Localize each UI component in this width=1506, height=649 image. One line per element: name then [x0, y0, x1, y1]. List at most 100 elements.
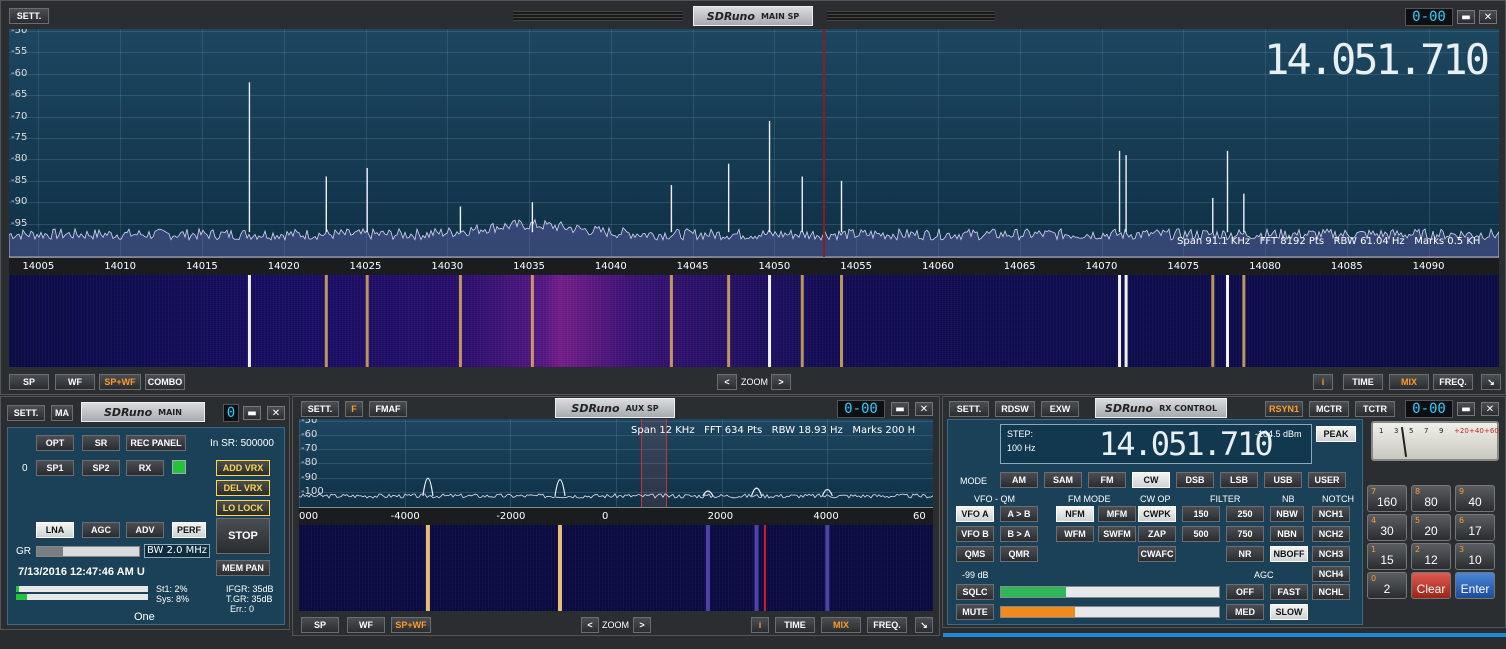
agc-button[interactable]: AGC	[82, 522, 120, 538]
info-button[interactable]: i	[1313, 374, 1333, 390]
qmr-button[interactable]: QMR	[1000, 546, 1038, 562]
rsyn-button[interactable]: RSYN1	[1265, 401, 1303, 417]
nch4-button[interactable]: NCH4	[1312, 566, 1350, 582]
band-key[interactable]: 2 12	[1411, 543, 1451, 570]
aux-spwf-mode-button[interactable]: SP+WF	[391, 617, 431, 633]
mctr-button[interactable]: MCTR	[1309, 401, 1349, 417]
gr-slider[interactable]	[36, 546, 140, 557]
band-key[interactable]: 7 160	[1367, 485, 1407, 512]
aux-sp-mode-button[interactable]: SP	[301, 617, 339, 633]
band-key[interactable]: 1 15	[1367, 543, 1407, 570]
mode-user-button[interactable]: USER	[1308, 472, 1346, 488]
nbw-button[interactable]: NBW	[1270, 506, 1304, 522]
aux-freq-button[interactable]: FREQ.	[867, 617, 907, 633]
agc-med-button[interactable]: MED	[1226, 604, 1264, 620]
main-sp-sett-button[interactable]: SETT.	[9, 8, 49, 24]
cwafc-button[interactable]: CWAFC	[1138, 546, 1176, 562]
adv-button[interactable]: ADV	[126, 522, 164, 538]
b-to-a-button[interactable]: B > A	[1000, 526, 1038, 542]
agc-slow-button[interactable]: SLOW	[1270, 604, 1308, 620]
qms-button[interactable]: QMS	[956, 546, 994, 562]
filter-500-button[interactable]: 500	[1182, 526, 1220, 542]
perf-button[interactable]: PERF	[172, 522, 206, 538]
squelch-slider[interactable]	[1000, 586, 1220, 598]
aux-resize-corner-icon[interactable]: ↘	[915, 617, 933, 633]
close-icon[interactable]: ✕	[1479, 10, 1497, 24]
vfo-a-button[interactable]: VFO A	[956, 506, 994, 522]
lna-button[interactable]: LNA	[36, 522, 74, 538]
aux-mix-button[interactable]: MIX	[821, 617, 861, 633]
zoom-right-icon[interactable]: >	[771, 374, 791, 390]
aux-info-button[interactable]: i	[751, 617, 769, 633]
fmaf-button[interactable]: FMAF	[369, 401, 407, 417]
minimize-icon[interactable]: ▬	[1457, 10, 1475, 24]
swfm-button[interactable]: SWFM	[1098, 526, 1136, 542]
main-sett-button[interactable]: SETT.	[7, 405, 45, 421]
aux-zoom-left-icon[interactable]: <	[581, 617, 599, 633]
wf-mode-button[interactable]: WF	[55, 374, 95, 390]
sr-button[interactable]: SR	[82, 435, 120, 451]
nboff-button[interactable]: NBOFF	[1270, 546, 1308, 562]
nbn-button[interactable]: NBN	[1270, 526, 1304, 542]
band-key[interactable]: 6 17	[1455, 514, 1495, 541]
nch3-button[interactable]: NCH3	[1312, 546, 1350, 562]
sp1-button[interactable]: SP1	[36, 460, 74, 476]
rx-sett-button[interactable]: SETT.	[949, 401, 989, 417]
filter-250-button[interactable]: 250	[1226, 506, 1264, 522]
sp2-button[interactable]: SP2	[82, 460, 120, 476]
mode-am-button[interactable]: AM	[1000, 472, 1038, 488]
nr-button[interactable]: NR	[1226, 546, 1264, 562]
nch1-button[interactable]: NCH1	[1312, 506, 1350, 522]
volume-slider[interactable]	[1000, 606, 1220, 618]
aux-time-button[interactable]: TIME	[775, 617, 815, 633]
aux-zoom-right-icon[interactable]: >	[633, 617, 651, 633]
band-key[interactable]: 5 20	[1411, 514, 1451, 541]
band-key[interactable]: 8 80	[1411, 485, 1451, 512]
sp-mode-button[interactable]: SP	[9, 374, 49, 390]
mode-fm-button[interactable]: FM	[1088, 472, 1126, 488]
rx-frequency-display[interactable]: 14.051.710	[1099, 425, 1274, 463]
vfo-b-button[interactable]: VFO B	[956, 526, 994, 542]
minimize-icon[interactable]: ▬	[891, 402, 909, 416]
mode-dsb-button[interactable]: DSB	[1176, 472, 1214, 488]
mode-cw-button[interactable]: CW	[1132, 472, 1170, 488]
zap-button[interactable]: ZAP	[1138, 526, 1176, 542]
nchl-button[interactable]: NCHL	[1312, 584, 1350, 600]
band-key[interactable]: Clear	[1411, 572, 1451, 599]
lo-lock-button[interactable]: LO LOCK	[216, 500, 270, 516]
peak-button[interactable]: PEAK	[1316, 426, 1356, 442]
sqlc-button[interactable]: SQLC	[956, 584, 994, 600]
aux-wf-mode-button[interactable]: WF	[347, 617, 385, 633]
combo-mode-button[interactable]: COMBO	[145, 374, 185, 390]
tctr-button[interactable]: TCTR	[1355, 401, 1395, 417]
mode-sam-button[interactable]: SAM	[1044, 472, 1082, 488]
mem-pan-button[interactable]: MEM PAN	[216, 560, 270, 576]
main-spectrum[interactable]: 14.051.710 Span 91.1 KHz FFT 8192 Pts RB…	[9, 29, 1499, 257]
main-ma-button[interactable]: MA	[51, 405, 73, 421]
mute-button[interactable]: MUTE	[956, 604, 994, 620]
agc-off-button[interactable]: OFF	[1226, 584, 1264, 600]
close-icon[interactable]: ✕	[267, 406, 285, 420]
agc-fast-button[interactable]: FAST	[1270, 584, 1308, 600]
aux-spectrum[interactable]: Span 12 KHz FFT 634 Pts RBW 18.93 Hz Mar…	[299, 419, 933, 507]
band-key[interactable]: 3 10	[1455, 543, 1495, 570]
mode-usb-button[interactable]: USB	[1264, 472, 1302, 488]
add-vrx-button[interactable]: ADD VRX	[216, 460, 270, 476]
cwpk-button[interactable]: CWPK	[1138, 506, 1176, 522]
exw-button[interactable]: EXW	[1041, 401, 1079, 417]
aux-waterfall[interactable]	[299, 525, 933, 611]
band-key[interactable]: 02	[1367, 572, 1407, 599]
mix-button[interactable]: MIX	[1389, 374, 1429, 390]
zoom-left-icon[interactable]: <	[717, 374, 737, 390]
resize-corner-icon[interactable]: ↘	[1481, 374, 1501, 390]
minimize-icon[interactable]: ▬	[1457, 402, 1475, 416]
spwf-mode-button[interactable]: SP+WF	[99, 374, 141, 390]
bw-field[interactable]: BW 2.0 MHz	[144, 544, 210, 558]
rec-panel-button[interactable]: REC PANEL	[126, 435, 186, 451]
band-key[interactable]: 4 30	[1367, 514, 1407, 541]
nch2-button[interactable]: NCH2	[1312, 526, 1350, 542]
rx-button[interactable]: RX	[126, 460, 164, 476]
stop-button[interactable]: STOP	[216, 518, 270, 554]
band-key[interactable]: 9 40	[1455, 485, 1495, 512]
a-to-b-button[interactable]: A > B	[1000, 506, 1038, 522]
